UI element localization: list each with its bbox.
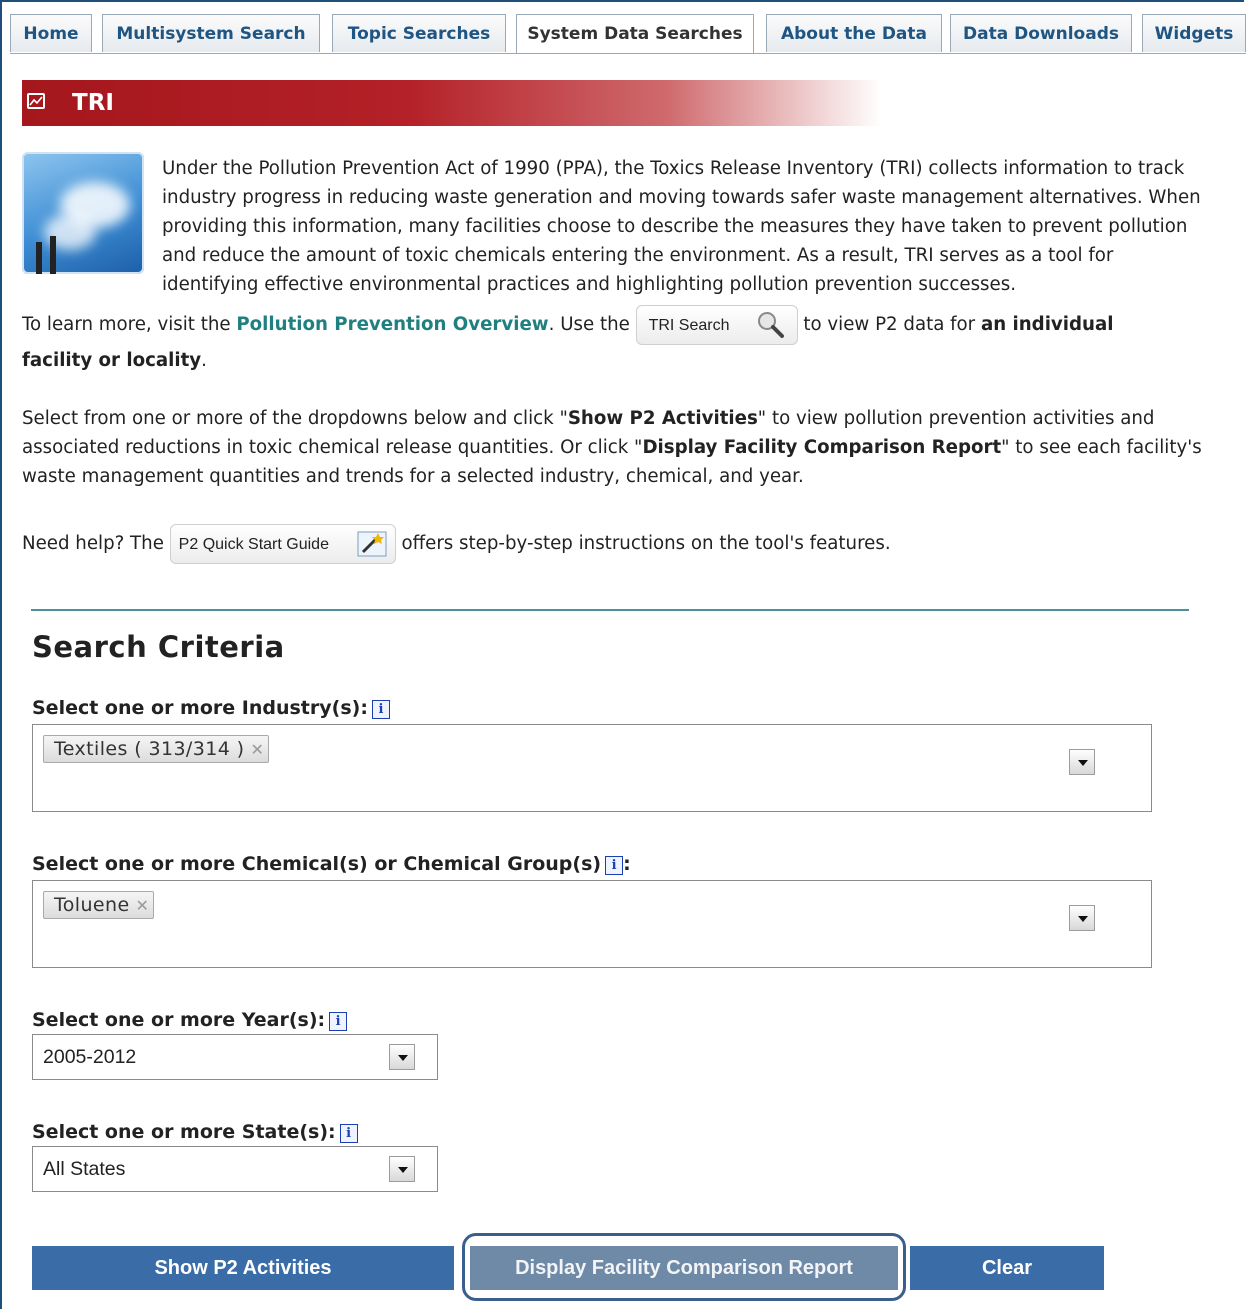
section-divider	[31, 609, 1189, 611]
tab-underline	[10, 53, 1246, 54]
tab-data-downloads[interactable]: Data Downloads	[950, 14, 1132, 52]
banner-title: TRI	[72, 90, 114, 116]
state-label: Select one or more State(s): i	[32, 1121, 358, 1143]
dropdown-arrow-icon[interactable]	[389, 1044, 415, 1070]
year-label: Select one or more Year(s): i	[32, 1009, 348, 1031]
tab-about-the-data[interactable]: About the Data	[766, 14, 942, 52]
magic-wand-icon	[357, 531, 387, 557]
dropdown-arrow-icon[interactable]	[1069, 905, 1095, 931]
selected-chip-toluene: Toluene ✕	[43, 891, 155, 919]
section-banner: TRI	[22, 80, 882, 126]
state-select[interactable]: All States	[32, 1146, 438, 1192]
instructions-paragraph: Select from one or more of the dropdowns…	[22, 408, 1202, 487]
tab-topic-searches[interactable]: Topic Searches	[332, 14, 506, 52]
tab-system-data-searches[interactable]: System Data Searches	[516, 14, 754, 54]
chemical-multiselect[interactable]: Toluene ✕	[32, 880, 1152, 968]
display-facility-comparison-report-button[interactable]: Display Facility Comparison Report	[470, 1246, 898, 1290]
learn-more-text: To learn more, visit the Pollution Preve…	[22, 305, 1222, 345]
tab-home[interactable]: Home	[10, 14, 92, 52]
info-icon[interactable]: i	[605, 856, 624, 875]
main-nav-tabs: Home Multisystem Search Topic Searches S…	[10, 14, 1246, 54]
selected-chip-textiles: Textiles ( 313/314 ) ✕	[43, 735, 270, 763]
quick-start-guide-button[interactable]: P2 Quick Start Guide	[169, 524, 396, 564]
chemical-label: Select one or more Chemical(s) or Chemic…	[32, 853, 631, 875]
magnifier-icon	[757, 312, 784, 338]
clear-button[interactable]: Clear	[910, 1246, 1104, 1290]
intro-paragraph: Under the Pollution Prevention Act of 19…	[162, 158, 1201, 295]
remove-chip-icon[interactable]: ✕	[250, 740, 264, 759]
industry-multiselect[interactable]: Textiles ( 313/314 ) ✕	[32, 724, 1152, 812]
learn-more-line2: facility or locality.	[22, 350, 207, 371]
year-select[interactable]: 2005-2012	[32, 1034, 438, 1080]
tri-search-button[interactable]: TRI Search	[635, 305, 798, 345]
dropdown-arrow-icon[interactable]	[389, 1156, 415, 1182]
show-p2-activities-button[interactable]: Show P2 Activities	[32, 1246, 454, 1290]
remove-chip-icon[interactable]: ✕	[136, 896, 150, 915]
dropdown-arrow-icon[interactable]	[1069, 749, 1095, 775]
tab-multisystem-search[interactable]: Multisystem Search	[102, 14, 320, 52]
info-icon[interactable]: i	[339, 1124, 358, 1143]
industry-label: Select one or more Industry(s): i	[32, 697, 390, 719]
pollution-prevention-overview-link[interactable]: Pollution Prevention Overview	[236, 314, 548, 335]
search-criteria-title: Search Criteria	[32, 630, 285, 664]
info-icon[interactable]: i	[329, 1012, 348, 1031]
smokestack-photo	[22, 152, 144, 274]
tab-widgets[interactable]: Widgets	[1142, 14, 1246, 52]
help-text: Need help? The P2 Quick Start Guide offe…	[22, 524, 891, 564]
chart-icon	[27, 93, 45, 109]
info-icon[interactable]: i	[371, 700, 390, 719]
